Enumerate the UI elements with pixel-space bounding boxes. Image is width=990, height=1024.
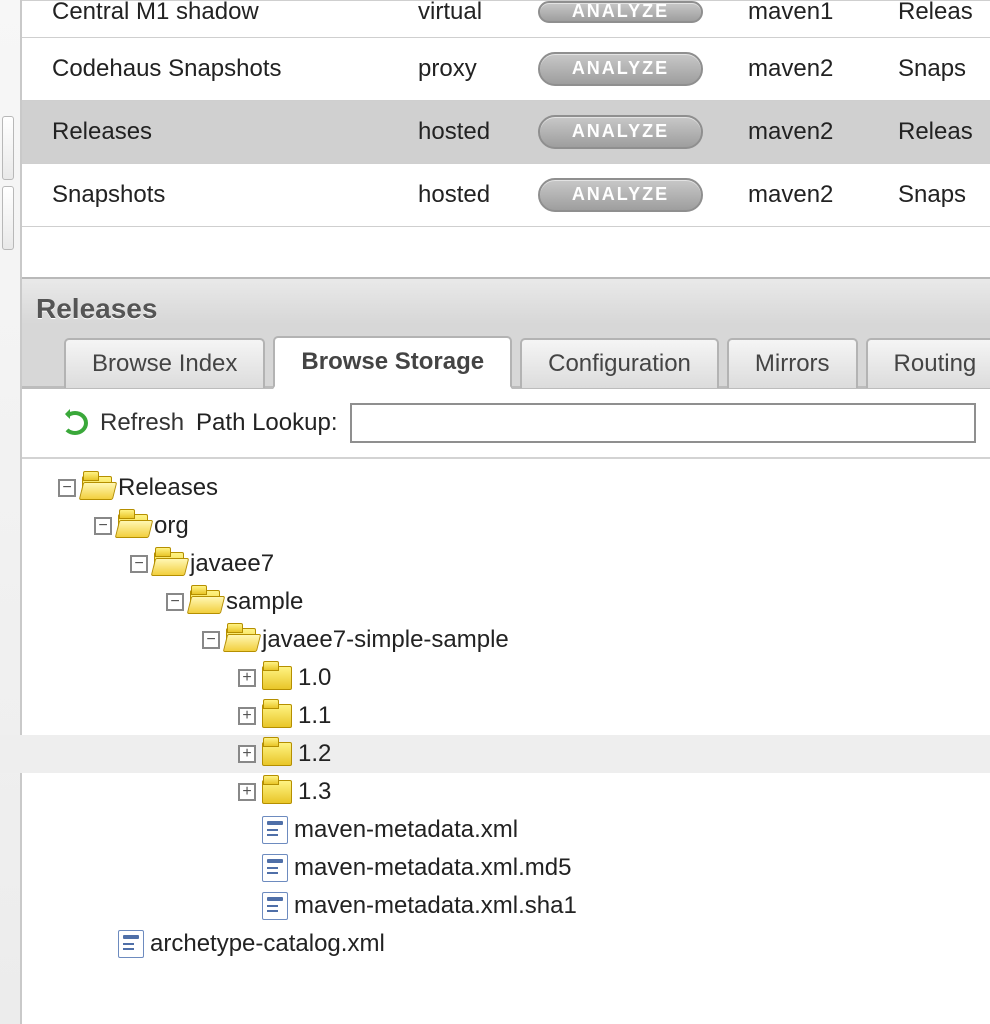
folder-open-icon	[82, 476, 112, 500]
folder-icon	[262, 780, 292, 804]
repository-table: Central M1 shadowvirtualANALYZEmaven1Rel…	[22, 0, 990, 227]
tree-node-label: javaee7-simple-sample	[262, 626, 509, 654]
tree-node-version-1-2[interactable]: + 1.2	[0, 735, 990, 773]
repo-policy-cell: Snaps	[882, 38, 990, 101]
analyze-button[interactable]: ANALYZE	[538, 178, 703, 212]
repo-policy-cell: Releas	[882, 1, 990, 38]
file-icon	[118, 930, 144, 958]
expand-icon[interactable]: +	[238, 669, 256, 687]
repo-name-cell: Central M1 shadow	[22, 1, 402, 38]
folder-open-icon	[154, 552, 184, 576]
tree-node-sample[interactable]: − sample	[166, 583, 990, 621]
analyze-button[interactable]: ANALYZE	[538, 52, 703, 86]
tree-node-label: maven-metadata.xml.sha1	[294, 892, 577, 920]
analyze-button[interactable]: ANALYZE	[538, 1, 703, 23]
repo-policy-cell: Releas	[882, 101, 990, 164]
path-lookup-input[interactable]	[350, 403, 977, 443]
folder-open-icon	[226, 628, 256, 652]
tab-mirrors[interactable]: Mirrors	[727, 338, 858, 388]
tree-node-file[interactable]: maven-metadata.xml.sha1	[238, 887, 990, 925]
tab-routing[interactable]: Routing	[866, 338, 990, 388]
gutter-handle[interactable]	[2, 116, 14, 180]
tree-node-file[interactable]: maven-metadata.xml.md5	[238, 849, 990, 887]
repo-type-cell: proxy	[402, 38, 522, 101]
collapse-icon[interactable]: −	[166, 593, 184, 611]
repo-action-cell: ANALYZE	[522, 164, 732, 227]
repo-format-cell: maven1	[732, 1, 882, 38]
tab-configuration[interactable]: Configuration	[520, 338, 719, 388]
analyze-button[interactable]: ANALYZE	[538, 115, 703, 149]
tree-node-simple-sample[interactable]: − javaee7-simple-sample	[202, 621, 990, 659]
toolbar: Refresh Path Lookup:	[22, 389, 990, 459]
tab-browse-index[interactable]: Browse Index	[64, 338, 265, 388]
tree-node-version-1-0[interactable]: + 1.0	[238, 659, 990, 697]
tree-node-label: Releases	[118, 474, 218, 502]
file-icon	[262, 892, 288, 920]
repo-policy-cell: Snaps	[882, 164, 990, 227]
tree-node-releases[interactable]: − Releases	[58, 469, 990, 507]
tab-browse-storage[interactable]: Browse Storage	[273, 336, 512, 389]
repo-name-cell: Snapshots	[22, 164, 402, 227]
refresh-link[interactable]: Refresh	[100, 409, 184, 437]
tree-node-label: 1.2	[298, 740, 331, 768]
tree-node-version-1-1[interactable]: + 1.1	[238, 697, 990, 735]
collapse-icon[interactable]: −	[202, 631, 220, 649]
file-icon	[262, 816, 288, 844]
repo-type-cell: hosted	[402, 164, 522, 227]
repo-row[interactable]: Codehaus Snapshotsproxy ANALYZE maven2Snap…	[22, 38, 990, 101]
repo-action-cell: ANALYZE	[522, 38, 732, 101]
expand-icon[interactable]: +	[238, 745, 256, 763]
repo-format-cell: maven2	[732, 38, 882, 101]
expand-icon[interactable]: +	[238, 783, 256, 801]
path-lookup-label: Path Lookup:	[196, 409, 337, 437]
tree-node-label: 1.1	[298, 702, 331, 730]
repo-type-cell: hosted	[402, 101, 522, 164]
file-icon	[262, 854, 288, 882]
repo-name-cell: Releases	[22, 101, 402, 164]
tree-node-label: sample	[226, 588, 303, 616]
folder-icon	[262, 666, 292, 690]
repo-row[interactable]: Snapshotshosted ANALYZE maven2Snaps	[22, 164, 990, 227]
tree-node-label: 1.3	[298, 778, 331, 806]
folder-open-icon	[190, 590, 220, 614]
repo-detail-panel: Releases Browse IndexBrowse StorageConfi…	[22, 277, 990, 1003]
left-gutter	[0, 0, 22, 1024]
refresh-icon[interactable]	[62, 411, 88, 435]
gutter-handle[interactable]	[2, 186, 14, 250]
tree-node-label: 1.0	[298, 664, 331, 692]
tree-node-label: javaee7	[190, 550, 274, 578]
tree-node-file[interactable]: maven-metadata.xml	[238, 811, 990, 849]
repo-name-cell: Codehaus Snapshots	[22, 38, 402, 101]
repo-action-cell: ANALYZE	[522, 101, 732, 164]
tree-node-label: org	[154, 512, 189, 540]
tree-node-org[interactable]: − org	[94, 507, 990, 545]
tabstrip: Browse IndexBrowse StorageConfigurationM…	[22, 333, 990, 389]
tree-node-label: maven-metadata.xml	[294, 816, 518, 844]
collapse-icon[interactable]: −	[130, 555, 148, 573]
storage-tree: − Releases − org − javaee7	[22, 459, 990, 1003]
collapse-icon[interactable]: −	[58, 479, 76, 497]
folder-open-icon	[118, 514, 148, 538]
repo-action-cell: ANALYZE	[522, 1, 732, 38]
panel-title: Releases	[22, 279, 990, 333]
folder-icon	[262, 704, 292, 728]
expand-icon[interactable]: +	[238, 707, 256, 725]
tree-node-label: maven-metadata.xml.md5	[294, 854, 571, 882]
tree-node-label: archetype-catalog.xml	[150, 930, 385, 958]
tree-node-version-1-3[interactable]: + 1.3	[238, 773, 990, 811]
tree-node-file[interactable]: archetype-catalog.xml	[94, 925, 990, 963]
repo-row[interactable]: Central M1 shadowvirtual ANALYZE maven1Rel…	[22, 1, 990, 38]
folder-icon	[262, 742, 292, 766]
repo-type-cell: virtual	[402, 1, 522, 38]
repo-row[interactable]: Releaseshosted ANALYZE maven2Releas	[22, 101, 990, 164]
repo-format-cell: maven2	[732, 101, 882, 164]
collapse-icon[interactable]: −	[94, 517, 112, 535]
repo-format-cell: maven2	[732, 164, 882, 227]
tree-node-javaee7[interactable]: − javaee7	[130, 545, 990, 583]
